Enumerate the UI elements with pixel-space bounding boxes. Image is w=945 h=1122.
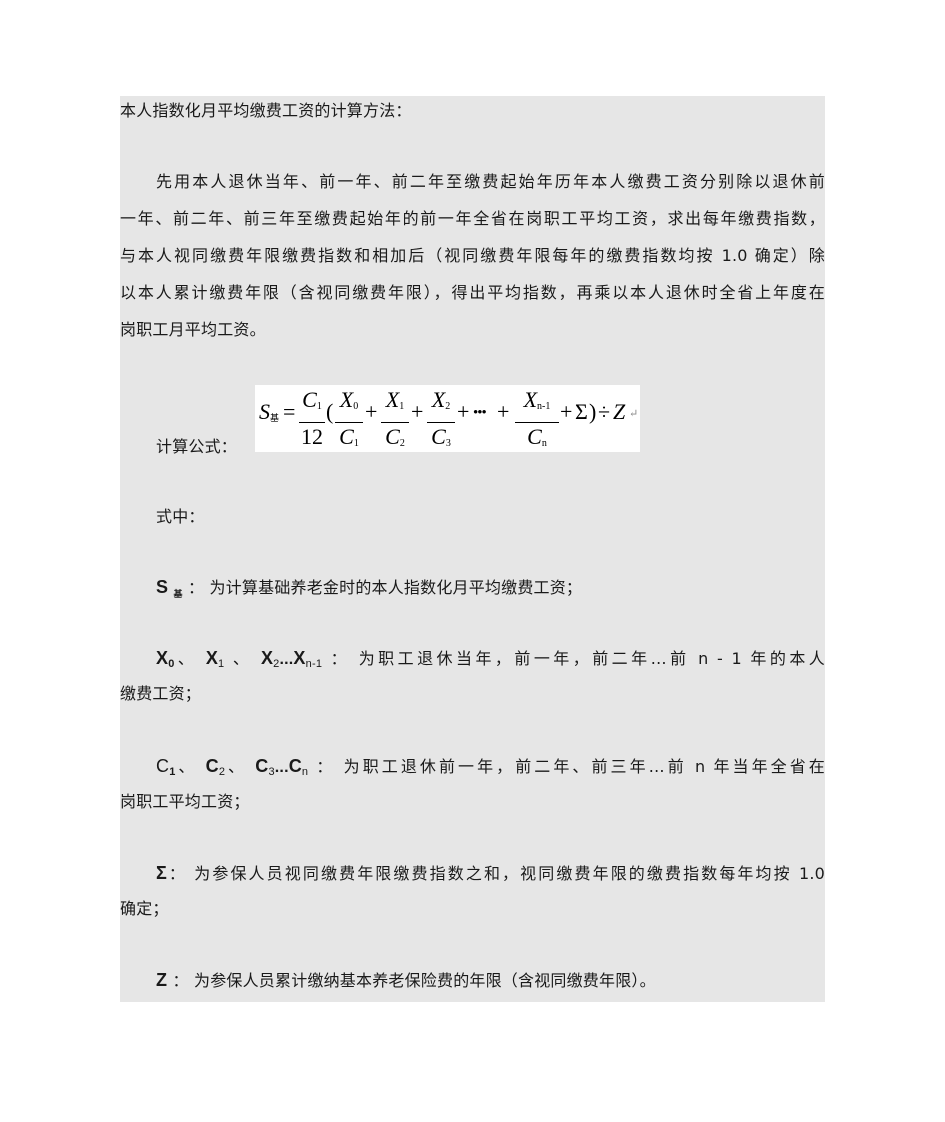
document-page: 本人指数化月平均缴费工资的计算方法： 先用本人退休当年、前一年、前二年至缴费起始… xyxy=(120,96,825,1002)
formula-term: X2 C3 xyxy=(427,387,455,457)
formula-sigma: Σ xyxy=(575,399,588,424)
formula-equals: = xyxy=(283,399,296,424)
formula-close-paren: ) xyxy=(589,399,597,424)
return-mark-icon: ↵ xyxy=(629,408,639,420)
definition-c: C1、 C2、 C3...Cn ： 为职工退休前一年，前二年、前三年…前 n 年… xyxy=(156,756,825,778)
definition-s: S 基 ： 为计算基础养老金时的本人指数化月平均缴费工资； xyxy=(156,577,583,600)
paragraph-line: 一年、前二年、前三年至缴费起始年的前一年全省在岗职工平均工资，求出每年缴费指数， xyxy=(120,209,825,228)
definition-sigma-continued: 确定； xyxy=(120,899,169,918)
formula-term: X1 C2 xyxy=(381,387,409,457)
formula-plus: + xyxy=(365,399,378,424)
formula-term: Xn-1 Cn xyxy=(515,387,559,457)
definition-x: X0、 X1 、 X2...Xn-1 ： 为职工退休当年，前一年，前二年…前 n… xyxy=(156,648,825,670)
formula-z: Z xyxy=(613,399,626,424)
paragraph-line: 以本人累计缴费年限（含视同缴费年限），得出平均指数，再乘以本人退休时全省上年度在 xyxy=(120,283,825,302)
formula-ellipsis: ••• xyxy=(473,405,487,421)
definition-z: Z ： 为参保人员累计缴纳基本养老保险费的年限（含视同缴费年限）。 xyxy=(156,970,656,990)
formula-term: X0 C1 xyxy=(335,387,363,457)
definition-sigma: Σ： 为参保人员视同缴费年限缴费指数之和，视同缴费年限的缴费指数每年均按 1.0 xyxy=(156,863,825,883)
paragraph-line: 先用本人退休当年、前一年、前二年至缴费起始年历年本人缴费工资分别除以退休前 xyxy=(156,172,825,191)
definition-c-continued: 岗职工平均工资； xyxy=(120,792,250,811)
formula-plus: + xyxy=(457,399,470,424)
formula-coefficient: C1 12 xyxy=(299,387,325,449)
where-label: 式中： xyxy=(156,507,205,526)
formula-plus: + xyxy=(411,399,424,424)
paragraph-line: 与本人视同缴费年限缴费指数和相加后（视同缴费年限每年的缴费指数均按 1.0 确定… xyxy=(120,246,825,265)
definition-x-continued: 缴费工资； xyxy=(120,684,202,703)
formula-image: S基 = C1 12 ( X0 C1 + X1 C2 + X2 C3 + •••… xyxy=(255,385,640,452)
formula-divide: ÷ xyxy=(598,399,611,424)
section-heading: 本人指数化月平均缴费工资的计算方法： xyxy=(120,101,412,120)
formula-lhs: S基 xyxy=(259,399,280,424)
formula-open-paren: ( xyxy=(326,399,334,424)
formula-plus: + xyxy=(560,399,573,424)
formula-label: 计算公式： xyxy=(156,437,238,456)
paragraph-line: 岗职工月平均工资。 xyxy=(120,320,266,339)
formula-plus: + xyxy=(497,399,510,424)
